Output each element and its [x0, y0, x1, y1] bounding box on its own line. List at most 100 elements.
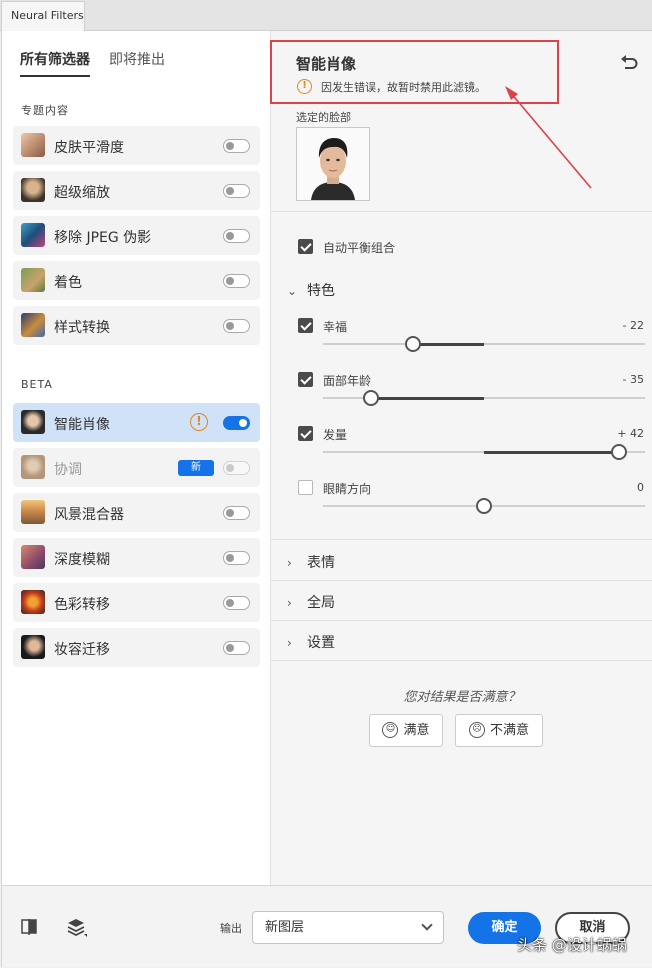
happiness-label: 幸福 [323, 320, 348, 334]
filter-toggle[interactable] [223, 416, 250, 430]
hair-thickness-label: 发量 [323, 428, 348, 442]
warning-icon[interactable]: ! [190, 413, 208, 431]
group-label: 特色 [307, 283, 335, 299]
hair-thickness-checkbox[interactable] [298, 426, 313, 441]
tab-coming-soon[interactable]: 即将推出 [109, 49, 165, 69]
group-label: 设置 [307, 635, 335, 651]
filter-label: 超级缩放 [54, 185, 110, 201]
filter-item-jpeg-artifacts[interactable]: 移除 JPEG 伪影 [13, 216, 260, 255]
filter-item-skin-smoothing[interactable]: 皮肤平滑度 [13, 126, 260, 165]
filter-list-pane: 所有筛选器 即将推出 专题内容 皮肤平滑度 超级缩放 移除 JPEG 伪影 着色 [2, 31, 270, 885]
layers-icon[interactable] [66, 916, 88, 938]
facial-age-label: 面部年龄 [323, 374, 372, 388]
filter-toggle[interactable] [223, 319, 250, 333]
auto-balance-checkbox[interactable] [298, 239, 313, 254]
filter-toggle[interactable] [223, 641, 250, 655]
filter-item-color-transfer[interactable]: 色彩转移 [13, 583, 260, 622]
group-label: 全局 [307, 595, 335, 611]
chevron-right-icon: › [287, 596, 292, 610]
filter-toggle[interactable] [223, 274, 250, 288]
satisfied-button[interactable]: ☺ 满意 [369, 714, 443, 747]
filter-toggle[interactable] [223, 596, 250, 610]
filter-item-super-zoom[interactable]: 超级缩放 [13, 171, 260, 210]
filter-label: 妆容迁移 [54, 642, 110, 658]
chevron-right-icon: › [287, 636, 292, 650]
output-label: 输出 [220, 922, 242, 935]
watermark-text: 头条 @设计蜗蜗 [517, 936, 627, 954]
group-expression-header[interactable]: › 表情 [287, 552, 335, 572]
compare-view-icon[interactable] [21, 919, 39, 935]
group-featured-header[interactable]: ⌄ 特色 [287, 280, 335, 300]
slider-fill [413, 342, 484, 346]
output-value: 新图层 [265, 920, 305, 935]
document-tab-bar: Neural Filters [0, 0, 652, 31]
tab-all-filters[interactable]: 所有筛选器 [20, 49, 90, 77]
facial-age-value: - 35 [622, 373, 644, 386]
makeup-transfer-thumbnail [21, 635, 45, 659]
slider-handle[interactable] [363, 390, 380, 406]
filter-toggle[interactable] [223, 229, 250, 243]
beta-section-label: BETA [21, 378, 53, 391]
filter-label: 样式转换 [54, 320, 110, 336]
hair-thickness-slider[interactable] [323, 444, 645, 460]
filter-item-smart-portrait[interactable]: 智能肖像 ! [13, 403, 260, 442]
filter-toggle[interactable] [223, 184, 250, 198]
filter-label: 风景混合器 [54, 507, 124, 523]
filter-label: 智能肖像 [54, 417, 110, 433]
reset-icon[interactable] [619, 53, 639, 73]
filter-item-harmonization[interactable]: 协调 新 [13, 448, 260, 487]
filter-toggle[interactable] [223, 551, 250, 565]
group-settings-header[interactable]: › 设置 [287, 632, 335, 652]
eye-direction-checkbox[interactable] [298, 480, 313, 495]
super-zoom-thumbnail [21, 178, 45, 202]
divider [271, 539, 652, 540]
hair-thickness-value: + 42 [617, 427, 644, 440]
new-badge: 新 [178, 460, 214, 476]
filter-item-style-transfer[interactable]: 样式转换 [13, 306, 260, 345]
auto-balance-label: 自动平衡组合 [323, 241, 396, 255]
slider-fill [484, 450, 620, 454]
filter-toggle[interactable] [223, 506, 250, 520]
landscape-mixer-thumbnail [21, 500, 45, 524]
slider-handle[interactable] [405, 336, 422, 352]
filter-item-colorize[interactable]: 着色 [13, 261, 260, 300]
style-transfer-thumbnail [21, 313, 45, 337]
divider [271, 620, 652, 621]
tab-neural-filters[interactable]: Neural Filters [1, 1, 85, 31]
filter-item-depth-blur[interactable]: 深度模糊 [13, 538, 260, 577]
face-image [297, 128, 369, 200]
filter-item-landscape-mixer[interactable]: 风景混合器 [13, 493, 260, 532]
filter-label: 协调 [54, 462, 82, 478]
divider [271, 580, 652, 581]
happiness-checkbox[interactable] [298, 318, 313, 333]
chevron-right-icon: › [287, 556, 292, 570]
facial-age-checkbox[interactable] [298, 372, 313, 387]
eye-direction-label: 眼睛方向 [323, 482, 372, 496]
filter-item-makeup-transfer[interactable]: 妆容迁移 [13, 628, 260, 667]
filter-label: 移除 JPEG 伪影 [54, 230, 152, 246]
selected-face-label: 选定的脸部 [296, 111, 351, 124]
eye-direction-slider[interactable] [323, 498, 645, 514]
group-label: 表情 [307, 555, 335, 571]
slider-handle[interactable] [476, 498, 492, 514]
satisfied-label: 满意 [403, 723, 430, 738]
output-select[interactable]: 新图层 [252, 911, 444, 944]
selected-face-thumbnail[interactable] [296, 127, 370, 201]
colorize-thumbnail [21, 268, 45, 292]
unsatisfied-button[interactable]: ☹ 不满意 [455, 714, 543, 747]
chevron-down-icon [421, 919, 433, 931]
filter-toggle[interactable] [223, 139, 250, 153]
depth-blur-thumbnail [21, 545, 45, 569]
filter-label: 皮肤平滑度 [54, 140, 124, 156]
happiness-value: - 22 [622, 319, 644, 332]
featured-section-label: 专题内容 [21, 104, 69, 117]
filter-toggle[interactable] [223, 461, 250, 475]
facial-age-slider[interactable] [323, 390, 645, 406]
feedback-question: 您对结果是否满意？ [403, 690, 521, 705]
divider [271, 660, 652, 661]
happiness-slider[interactable] [323, 336, 645, 352]
color-transfer-thumbnail [21, 590, 45, 614]
group-global-header[interactable]: › 全局 [287, 592, 335, 612]
slider-handle[interactable] [611, 444, 628, 460]
unsatisfied-label: 不满意 [489, 723, 529, 738]
